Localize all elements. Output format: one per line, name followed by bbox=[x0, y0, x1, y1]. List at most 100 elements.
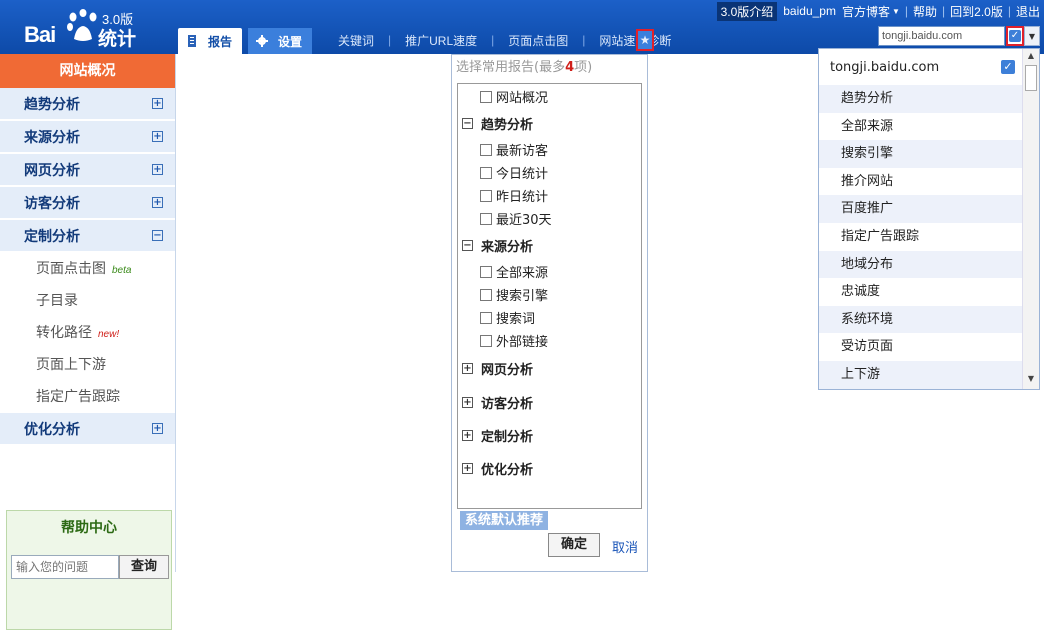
site-select-check-button[interactable]: ✓ bbox=[1006, 26, 1024, 46]
list-item[interactable]: 受访页面 bbox=[819, 333, 1023, 361]
sidebar-subitem-click-map[interactable]: 页面点击图 beta bbox=[0, 253, 175, 285]
version-label: 3.0版 bbox=[102, 12, 134, 27]
report-tree: 网站概况 − 趋势分析 最新访客 今日统计 昨日统计 最近30天 − 来源分析 全部… bbox=[457, 83, 642, 509]
checkbox[interactable] bbox=[480, 166, 492, 179]
caret-down-icon[interactable]: ▼ bbox=[892, 7, 900, 16]
sidebar-subitem-label: 转化路径 bbox=[36, 325, 92, 341]
tab-settings-label: 设置 bbox=[278, 34, 303, 49]
report-option[interactable]: 搜索词 bbox=[458, 306, 641, 329]
checkbox[interactable] bbox=[480, 311, 492, 324]
tab-settings[interactable]: 设置 bbox=[248, 28, 313, 54]
report-option[interactable]: 全部来源 bbox=[458, 260, 641, 283]
report-group-source[interactable]: − 来源分析 bbox=[458, 230, 641, 260]
favorite-reports-button[interactable]: ★ bbox=[636, 29, 654, 51]
cancel-link[interactable]: 取消 bbox=[612, 537, 638, 556]
sidebar-subitem-subdirectory[interactable]: 子目录 bbox=[0, 285, 175, 317]
site-select-dropdown-button[interactable]: ▼ bbox=[1024, 26, 1040, 46]
report-option[interactable]: 搜索引擎 bbox=[458, 283, 641, 306]
report-option[interactable]: 最新访客 bbox=[458, 138, 641, 161]
report-group-page[interactable]: + 网页分析 bbox=[458, 352, 641, 385]
checkbox[interactable] bbox=[480, 90, 492, 103]
collapse-icon[interactable]: − bbox=[152, 230, 163, 241]
confirm-button[interactable]: 确定 bbox=[548, 533, 600, 557]
list-item[interactable]: 上下游 bbox=[819, 360, 1023, 389]
back-to-v2-link[interactable]: 回到2.0版 bbox=[950, 3, 1003, 20]
sidebar-item-label: 来源分析 bbox=[24, 129, 80, 146]
sidebar-subitem-page-flow[interactable]: 页面上下游 bbox=[0, 349, 175, 381]
report-option[interactable]: 外部链接 bbox=[458, 329, 641, 352]
list-item[interactable]: 百度推广 bbox=[819, 195, 1023, 223]
collapse-icon[interactable]: − bbox=[462, 239, 473, 251]
checkbox[interactable] bbox=[480, 334, 492, 347]
report-group-custom[interactable]: + 定制分析 bbox=[458, 419, 641, 452]
list-item[interactable]: 系统环境 bbox=[819, 305, 1023, 334]
sidebar-item-custom[interactable]: 定制分析 − bbox=[0, 220, 175, 253]
list-item[interactable]: 指定广告跟踪 bbox=[819, 223, 1023, 251]
list-item[interactable]: 趋势分析 bbox=[819, 85, 1023, 113]
scroll-up-icon[interactable]: ▲ bbox=[1023, 51, 1039, 63]
help-search-field[interactable] bbox=[11, 555, 119, 579]
sidebar-item-source[interactable]: 来源分析 + bbox=[0, 121, 175, 154]
expand-icon[interactable]: + bbox=[462, 463, 473, 474]
scrollbar[interactable]: ▲ ▼ bbox=[1022, 49, 1039, 389]
checkbox[interactable] bbox=[480, 265, 492, 278]
site-list-header[interactable]: tongji.baidu.com ✓ bbox=[819, 49, 1023, 85]
expand-icon[interactable]: + bbox=[152, 131, 163, 142]
checkbox[interactable] bbox=[480, 212, 492, 225]
subnav-keywords[interactable]: 关键词 bbox=[338, 32, 374, 49]
report-option[interactable]: 今日统计 bbox=[458, 161, 641, 184]
report-option[interactable]: 昨日统计 bbox=[458, 184, 641, 207]
baidu-tongji-logo[interactable]: Bai 统计 3.0版 bbox=[0, 0, 176, 54]
checkbox[interactable] bbox=[480, 143, 492, 156]
tab-report[interactable]: 报告 bbox=[178, 28, 243, 54]
list-item[interactable]: 搜索引擎 bbox=[819, 140, 1023, 168]
site-report-list: 趋势分析 全部来源 搜索引擎 推介网站 百度推广 指定广告跟踪 地域分布 忠诚度… bbox=[819, 85, 1023, 389]
sidebar-subitem-conversion-path[interactable]: 转化路径 new! bbox=[0, 317, 175, 349]
scroll-down-icon[interactable]: ▼ bbox=[1023, 374, 1039, 386]
version-intro-link[interactable]: 3.0版介绍 bbox=[716, 1, 778, 21]
list-item[interactable]: 推介网站 bbox=[819, 168, 1023, 196]
sidebar-item-page[interactable]: 网页分析 + bbox=[0, 154, 175, 187]
report-group-trend[interactable]: − 趋势分析 bbox=[458, 108, 641, 138]
checkbox[interactable] bbox=[480, 189, 492, 202]
help-search-button[interactable]: 查询 bbox=[119, 555, 169, 579]
expand-icon[interactable]: + bbox=[152, 423, 163, 434]
subnav-promo-url-speed[interactable]: 推广URL速度 bbox=[405, 32, 477, 49]
favorite-reports-panel: 选择常用报告(最多4项) 网站概况 − 趋势分析 最新访客 今日统计 昨日统计 最… bbox=[451, 54, 648, 572]
default-recommend-button[interactable]: 系统默认推荐 bbox=[460, 511, 549, 530]
sidebar-item-trend[interactable]: 趋势分析 + bbox=[0, 88, 175, 121]
expand-icon[interactable]: + bbox=[152, 98, 163, 109]
expand-icon[interactable]: + bbox=[462, 363, 473, 374]
help-center-title: 帮助中心 bbox=[61, 520, 117, 536]
logout-link[interactable]: 退出 bbox=[1016, 3, 1040, 20]
expand-icon[interactable]: + bbox=[152, 197, 163, 208]
sidebar-item-optimize[interactable]: 优化分析 + bbox=[0, 413, 175, 446]
checkbox[interactable] bbox=[480, 288, 492, 301]
report-group-optimize[interactable]: + 优化分析 bbox=[458, 452, 641, 485]
expand-icon[interactable]: + bbox=[152, 164, 163, 175]
sidebar-subitem-ad-tracking[interactable]: 指定广告跟踪 bbox=[0, 381, 175, 413]
report-group-visitor[interactable]: + 访客分析 bbox=[458, 385, 641, 419]
expand-icon[interactable]: + bbox=[462, 430, 473, 441]
subnav-page-click-map[interactable]: 页面点击图 bbox=[508, 32, 568, 49]
sidebar-item-label: 优化分析 bbox=[24, 421, 80, 438]
sidebar-item-label: 访客分析 bbox=[24, 195, 80, 212]
list-item[interactable]: 全部来源 bbox=[819, 113, 1023, 141]
list-item[interactable]: 忠诚度 bbox=[819, 278, 1023, 306]
check-icon[interactable]: ✓ bbox=[1001, 60, 1015, 74]
site-select[interactable]: tongji.baidu.com bbox=[878, 26, 1005, 46]
scroll-thumb[interactable] bbox=[1025, 65, 1037, 91]
report-option[interactable]: 最近30天 bbox=[458, 207, 641, 230]
expand-icon[interactable]: + bbox=[462, 396, 473, 408]
official-blog-link[interactable]: 官方博客 bbox=[842, 3, 890, 20]
collapse-icon[interactable]: − bbox=[462, 117, 473, 129]
list-item[interactable]: 地域分布 bbox=[819, 250, 1023, 279]
sidebar-item-overview[interactable]: 网站概况 bbox=[0, 54, 175, 88]
panel-title-suffix: 项) bbox=[574, 60, 593, 75]
help-link[interactable]: 帮助 bbox=[913, 3, 937, 20]
report-icon bbox=[188, 35, 196, 47]
report-option-overview[interactable]: 网站概况 bbox=[458, 85, 641, 108]
help-search-input[interactable] bbox=[12, 556, 118, 578]
sidebar-item-visitor[interactable]: 访客分析 + bbox=[0, 187, 175, 220]
separator: | bbox=[388, 33, 392, 47]
